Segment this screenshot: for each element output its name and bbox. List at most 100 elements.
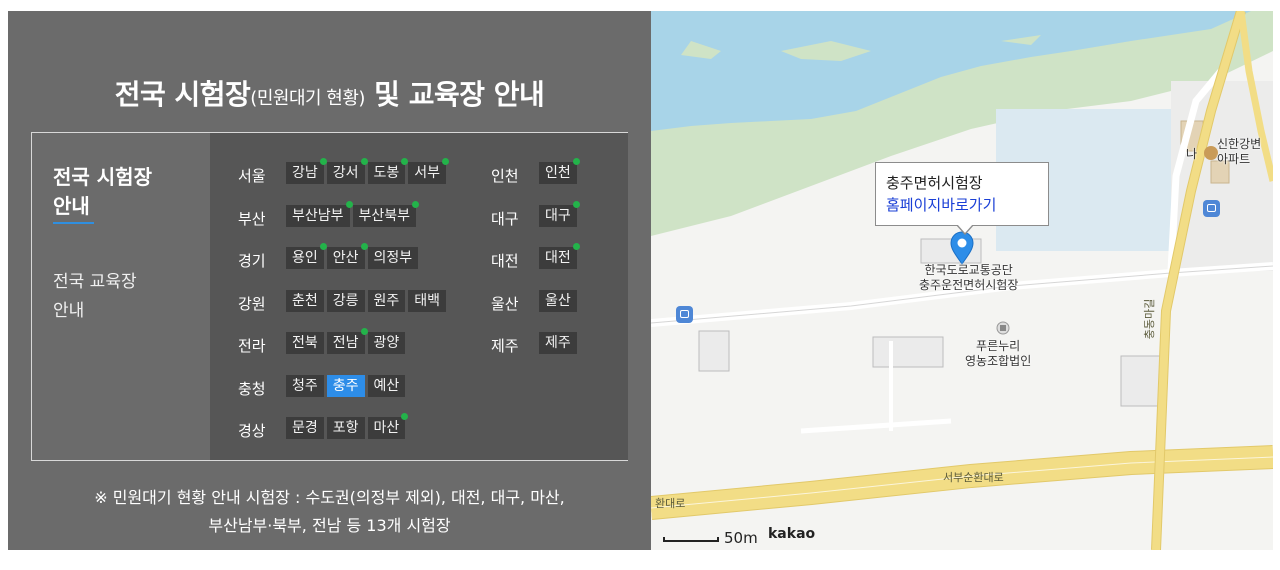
marker-label-line1: 한국도로교통공단 [924, 263, 1013, 277]
exam-center-chip[interactable]: 문경 [286, 417, 324, 439]
exam-center-chip-label: 충주 [332, 377, 359, 394]
region-chips: 강남 강서 도봉 서부 [286, 158, 450, 184]
menu-item-exam-centers[interactable]: 전국 시험장 안내 [53, 163, 152, 221]
location-popup: 충주면허시험장 홈페이지바로가기 [875, 162, 1049, 235]
poi-farm-label[interactable]: 푸른누리 영농조합법인 [965, 339, 1031, 369]
exam-center-chip[interactable]: 춘천 [286, 289, 324, 312]
page-root: 전국 시험장(민원대기 현황) 및 교육장 안내 전국 시험장 안내 전국 교육… [0, 0, 1280, 570]
region-name: 강원 [238, 294, 266, 313]
menu-item-education-centers[interactable]: 전국 교육장 안내 [53, 268, 137, 326]
region-grid: 서울 강남 강서 도봉 서부 부산 부산남부 부산북부 경기 용인 안산 의정부 강원 춘천 강릉 원주 태백 전… [210, 133, 628, 460]
exam-center-chip-label: 의정부 [373, 250, 413, 266]
exam-center-chip-label: 전북 [292, 335, 318, 351]
title-tail: 및 교육장 안내 [364, 78, 545, 111]
status-dot [360, 158, 368, 165]
exam-center-chip[interactable]: 원주 [367, 289, 406, 312]
exam-center-chip-label: 춘천 [292, 292, 318, 309]
page-title: 전국 시험장(민원대기 현황) 및 교육장 안내 [8, 73, 651, 113]
exam-center-chip[interactable]: 전북 [286, 332, 324, 354]
poi-farm-line1: 푸른누리 [976, 339, 1021, 353]
scale-text: 50m [724, 529, 758, 547]
region-chips: 부산남부 부산북부 [286, 200, 420, 227]
poi-apartment-label[interactable]: 신한강변 아파트 [1217, 137, 1261, 167]
exam-center-chip[interactable]: 대구 [539, 200, 580, 227]
status-dot [345, 200, 353, 208]
bus-stop-icon[interactable] [676, 306, 693, 323]
exam-center-chip[interactable]: 광양 [367, 332, 406, 354]
exam-center-chip-label: 전남 [332, 335, 359, 351]
exam-center-chip[interactable]: 도봉 [367, 158, 409, 184]
exam-center-chip[interactable]: 강서 [326, 158, 368, 184]
region-name: 대구 [491, 209, 519, 228]
exam-center-chip-label: 대전 [545, 250, 571, 266]
region-chips: 청주 충주 예산 [286, 374, 408, 397]
status-dot [319, 243, 327, 250]
exam-center-chip-label: 부산남부 [292, 207, 344, 224]
title-main: 전국 시험장 [114, 78, 251, 111]
status-dot [442, 158, 450, 165]
exam-center-chip-label: 예산 [373, 377, 400, 394]
exam-center-chip-label: 대구 [545, 207, 571, 224]
exam-center-chip[interactable]: 부산북부 [352, 200, 420, 227]
popup-title: 충주면허시험장 [886, 174, 983, 192]
bus-stop-icon[interactable] [1203, 200, 1220, 217]
map-view[interactable]: 충주면허시험장 홈페이지바로가기 한국도로교통공단 충주운전면허시험장 푸른누리… [651, 11, 1273, 550]
road-label-chungdong: 충동마길 [1143, 298, 1157, 340]
exam-center-chip[interactable]: 인천 [539, 158, 580, 184]
status-dot [412, 200, 420, 208]
poi-apartment-line1: 신한강변 [1217, 137, 1262, 151]
status-dot [572, 243, 580, 250]
exam-center-chip[interactable]: 서부 [408, 158, 450, 184]
exam-center-chip[interactable]: 충주 [326, 374, 365, 397]
exam-center-chip[interactable]: 마산 [367, 413, 409, 439]
exam-center-chip-label: 강릉 [332, 292, 359, 309]
region-name: 인천 [491, 167, 519, 185]
active-menu-underline [53, 222, 94, 224]
poi-farm-line2: 영농조합법인 [965, 354, 1032, 368]
exam-center-chip-label: 태백 [414, 292, 441, 309]
side-menu: 전국 시험장 안내 전국 교육장 안내 [32, 133, 210, 460]
exam-center-chip[interactable]: 포항 [326, 417, 365, 439]
exam-center-chip-label: 강서 [332, 165, 359, 181]
exam-center-chip[interactable]: 울산 [539, 289, 577, 312]
exam-center-chip-label: 청주 [292, 377, 318, 394]
popup-tail-inner [957, 224, 973, 233]
exam-center-panel: 전국 시험장(민원대기 현황) 및 교육장 안내 전국 시험장 안내 전국 교육… [8, 11, 651, 550]
status-dot [401, 413, 409, 420]
menu-item-education-centers-line1: 전국 교육장 [53, 272, 137, 292]
exam-center-chip[interactable]: 예산 [367, 374, 406, 397]
exam-center-chip[interactable]: 안산 [326, 243, 368, 269]
exam-center-chip[interactable]: 강남 [286, 158, 327, 184]
region-name: 전라 [238, 337, 266, 355]
title-sub: (민원대기 현황) [250, 88, 365, 109]
region-chips: 용인 안산 의정부 [286, 243, 421, 269]
status-dot [572, 200, 580, 208]
exam-center-chip[interactable]: 대전 [539, 243, 580, 269]
marker-label[interactable]: 한국도로교통공단 충주운전면허시험장 [919, 263, 1018, 293]
exam-center-box: 전국 시험장 안내 전국 교육장 안내 서울 강남 강서 도봉 서부 부산 부산남부 부산북부… [31, 132, 628, 461]
exam-center-chip[interactable]: 태백 [408, 289, 447, 312]
exam-center-chip-label: 마산 [373, 420, 400, 436]
exam-center-chip[interactable]: 용인 [286, 243, 327, 269]
exam-center-chip-label: 제주 [545, 335, 571, 351]
status-dot [360, 328, 368, 335]
region-name: 제주 [491, 337, 519, 355]
region-chips: 춘천 강릉 원주 태백 [286, 289, 449, 312]
exam-center-chip-label: 강남 [292, 165, 318, 181]
exam-center-chip[interactable]: 청주 [286, 374, 324, 397]
region-name: 부산 [238, 209, 266, 228]
exam-center-chip[interactable]: 강릉 [326, 289, 365, 312]
exam-center-chip[interactable]: 제주 [539, 332, 577, 354]
exam-center-chip[interactable]: 의정부 [367, 247, 419, 269]
status-dot [360, 243, 368, 250]
exam-center-chip-label: 울산 [545, 292, 571, 309]
homepage-link[interactable]: 홈페이지바로가기 [886, 194, 1038, 216]
exam-center-chip[interactable]: 부산남부 [286, 200, 353, 227]
region-chips: 울산 [539, 289, 580, 312]
menu-item-education-centers-line2: 안내 [53, 301, 85, 321]
region-chips: 인천 [539, 158, 580, 184]
exam-center-chip-label: 도봉 [373, 165, 400, 181]
exam-center-chip[interactable]: 전남 [326, 328, 368, 354]
road-label-hwan: 환대로 [655, 497, 686, 510]
exam-center-chip-label: 문경 [292, 420, 318, 436]
